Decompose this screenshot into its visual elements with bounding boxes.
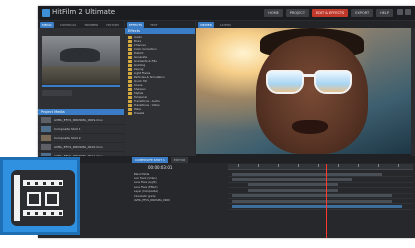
viewer-tabs: VIEWER LAYERS: [196, 21, 415, 28]
timeline-panel: COMPOSITE SHOT 1 EDITOR 00:00:03:01 Blen…: [38, 156, 415, 238]
folder-icon: [128, 107, 132, 111]
folder-icon: [128, 99, 132, 103]
timeline-clip[interactable]: [248, 183, 338, 187]
folder-icon: [128, 35, 132, 39]
title-bar: HitFilm 2 Ultimate HOME PROJECT EDIT & E…: [38, 6, 415, 20]
film-strip-badge: [0, 157, 80, 235]
list-item[interactable]: AVML_EFCS_DROSMA_0009.mov: [38, 116, 124, 125]
folder-icon: [128, 95, 132, 99]
media-scrub-bar[interactable]: [42, 85, 120, 87]
close-icon[interactable]: [405, 9, 411, 15]
timeline-clip[interactable]: [232, 177, 352, 181]
tab-editor[interactable]: EDITOR: [170, 156, 189, 163]
folder-icon: [128, 103, 132, 107]
tab-history[interactable]: HISTORY: [104, 22, 121, 28]
tab-media[interactable]: MEDIA: [40, 21, 54, 28]
timeline-clip[interactable]: [248, 188, 338, 192]
app-logo-icon: [42, 9, 50, 17]
folder-icon: [128, 111, 132, 115]
mode-export[interactable]: EXPORT: [351, 9, 374, 17]
tab-viewer[interactable]: VIEWER: [198, 21, 214, 28]
mode-help[interactable]: HELP: [376, 9, 393, 17]
track-list: Blend Mode Aux Track (Video) Lens Flare …: [134, 172, 226, 203]
tab-effects[interactable]: EFFECTS: [127, 21, 145, 28]
folder-icon: [128, 59, 132, 63]
clip-thumbnail: [41, 144, 51, 150]
minimize-icon[interactable]: [397, 9, 403, 15]
mode-home[interactable]: HOME: [264, 9, 283, 17]
track-header[interactable]: AVML_EFCS_DROSMA_0009: [134, 198, 226, 202]
app-title: HitFilm 2 Ultimate: [52, 8, 115, 16]
timeline-tabs: COMPOSITE SHOT 1 EDITOR: [38, 156, 415, 163]
list-item[interactable]: Composite Shot 1: [38, 125, 124, 134]
face-image: [256, 36, 368, 154]
mode-project[interactable]: PROJECT: [285, 9, 309, 17]
viewer-canvas[interactable]: [196, 28, 411, 154]
timeline-ruler[interactable]: [228, 164, 413, 170]
folder-icon: [128, 75, 132, 79]
sunglasses-image: [266, 70, 304, 94]
timeline-clip[interactable]: [232, 199, 392, 203]
composite-thumbnail: [41, 135, 51, 141]
list-item[interactable]: Composite Shot 2: [38, 134, 124, 143]
folder-icon: [128, 43, 132, 47]
folder-icon: [128, 67, 132, 71]
folder-icon: [128, 63, 132, 67]
media-tabs: MEDIA CONTROLS TRIMMER HISTORY: [38, 21, 124, 28]
list-item[interactable]: AVML_EFCS_DROSMA_0010.mov: [38, 143, 124, 152]
folder-icon: [128, 39, 132, 43]
effect-folder[interactable]: Presets: [125, 111, 195, 115]
folder-icon: [128, 83, 132, 87]
folder-icon: [128, 91, 132, 95]
folder-icon: [128, 79, 132, 83]
folder-icon: [128, 87, 132, 91]
mode-edit-effects[interactable]: EDIT & EFFECTS: [312, 9, 349, 17]
effects-list: Audio Blurs Channel Color Correction Dis…: [125, 34, 195, 115]
folder-icon: [128, 47, 132, 51]
playhead[interactable]: [326, 164, 327, 238]
tab-text[interactable]: TEXT: [148, 22, 160, 28]
tab-layers[interactable]: LAYERS: [218, 22, 233, 28]
timecode: 00:00:03:01: [148, 165, 173, 170]
tab-trimmer[interactable]: TRIMMER: [82, 22, 100, 28]
folder-icon: [128, 55, 132, 59]
tab-controls[interactable]: CONTROLS: [58, 22, 79, 28]
media-list-header: Project Media: [38, 109, 124, 115]
timeline-clip[interactable]: [232, 172, 382, 176]
tab-composite-shot[interactable]: COMPOSITE SHOT 1: [132, 156, 168, 163]
clip-thumbnail: [41, 117, 51, 123]
timeline-clip[interactable]: [232, 204, 402, 208]
track-area: [228, 172, 413, 210]
folder-icon: [128, 51, 132, 55]
spaceship-image: [60, 48, 100, 62]
effects-tabs: EFFECTS TEXT: [125, 21, 195, 28]
composite-thumbnail: [41, 126, 51, 132]
import-button[interactable]: [42, 90, 72, 96]
timeline-clip[interactable]: [232, 194, 392, 198]
mode-tabs: HOME PROJECT EDIT & EFFECTS EXPORT HELP: [264, 9, 393, 17]
folder-icon: [128, 71, 132, 75]
media-preview-thumbnail[interactable]: [42, 36, 120, 84]
film-strip-icon: [11, 170, 75, 226]
effects-panel: EFFECTS TEXT Effects Audio Blurs Channel…: [125, 21, 195, 156]
